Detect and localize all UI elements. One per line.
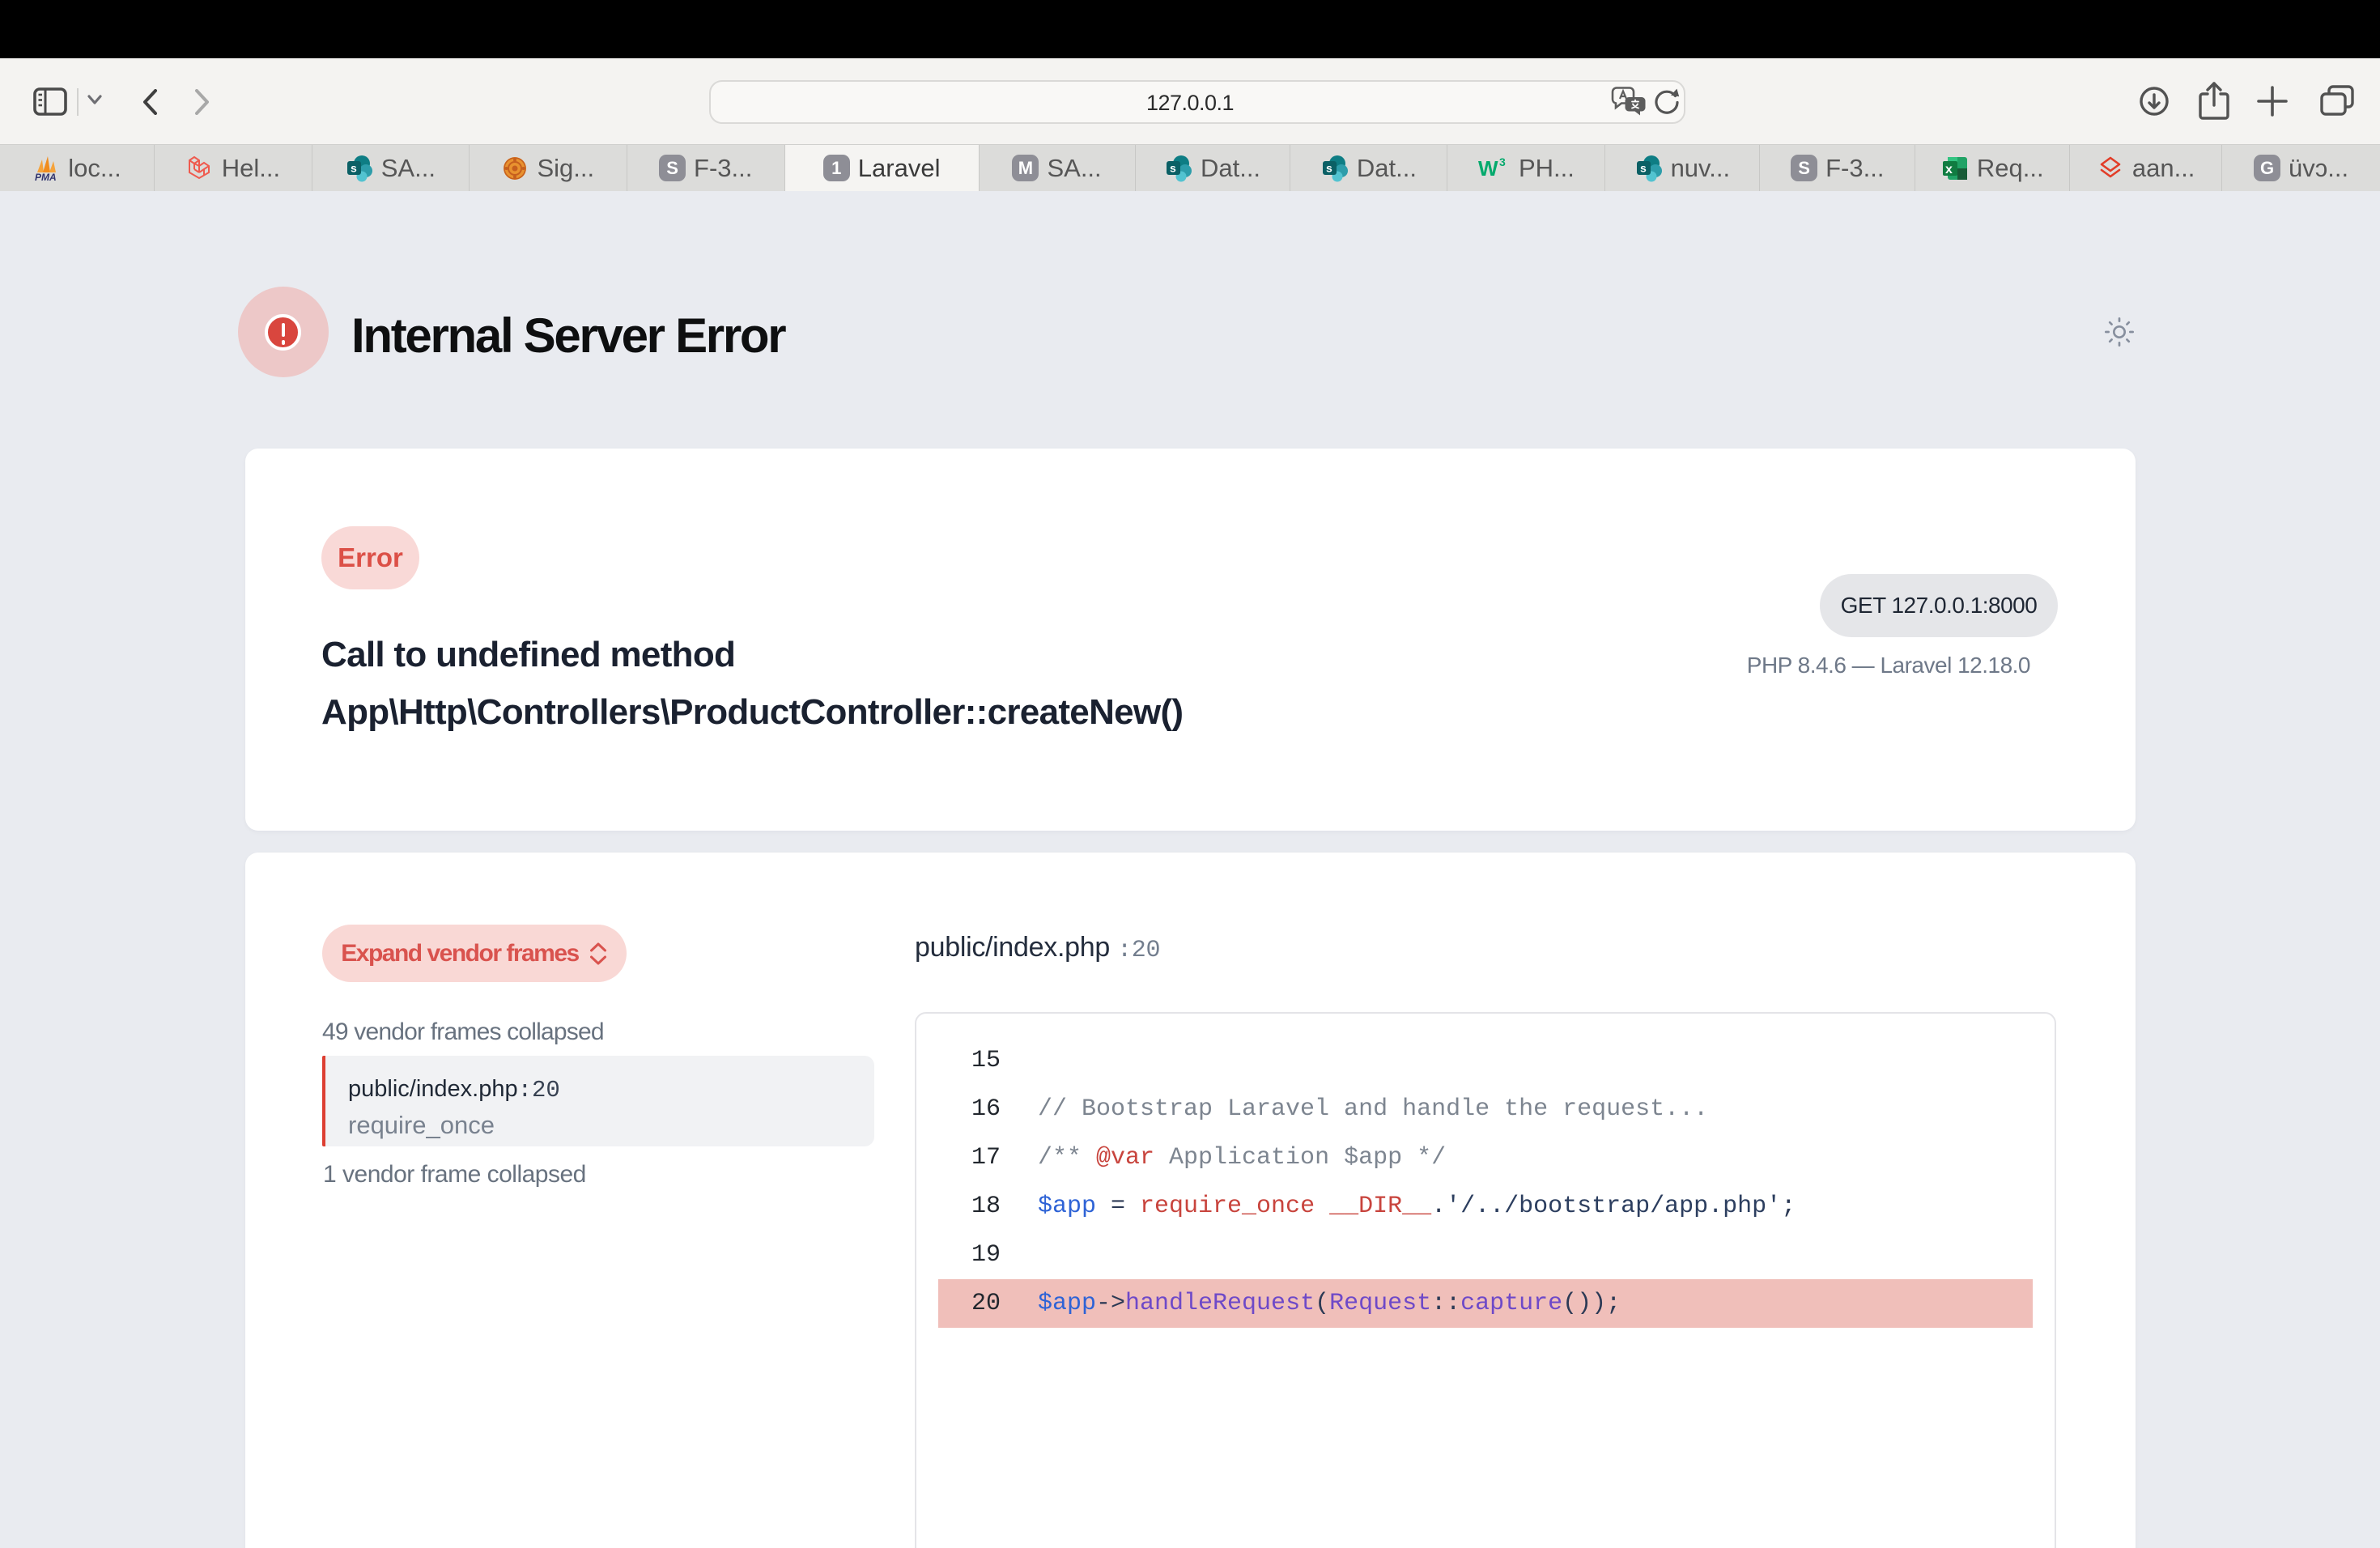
- svg-text:s: s: [1170, 161, 1176, 174]
- svg-text:s: s: [1326, 161, 1332, 174]
- svg-text:s: s: [1640, 161, 1647, 174]
- svg-text:W: W: [1478, 156, 1498, 181]
- svg-text:3: 3: [1499, 155, 1506, 168]
- svg-text:x: x: [1945, 163, 1953, 176]
- svg-text:PMA: PMA: [35, 172, 57, 182]
- svg-text:s: s: [351, 161, 357, 174]
